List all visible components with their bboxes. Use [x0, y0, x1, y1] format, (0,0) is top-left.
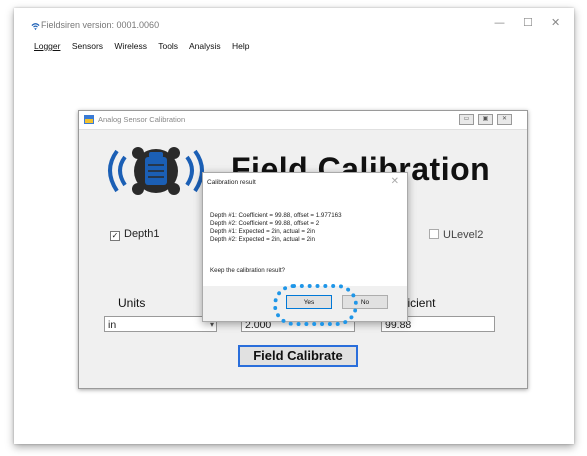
menu-logger[interactable]: Logger [34, 41, 60, 51]
result-line: Depth #1: Expected = 2in, actual = 2in [210, 228, 315, 235]
maximize-button[interactable]: ☐ [523, 16, 533, 29]
menu-analysis[interactable]: Analysis [189, 41, 221, 51]
inner-minimize-button[interactable]: ▭ [459, 114, 474, 125]
app-window-icon [84, 115, 94, 124]
yes-button-highlight [273, 284, 358, 326]
calibration-titlebar: Analog Sensor Calibration ▭ ▣ ✕ [79, 111, 527, 130]
menu-bar: Logger Sensors Wireless Tools Analysis H… [34, 41, 258, 55]
menu-help[interactable]: Help [232, 41, 249, 51]
wifi-icon [31, 23, 40, 31]
inner-close-button[interactable]: ✕ [497, 114, 512, 125]
dialog-titlebar: Calibration result ✕ [203, 173, 407, 193]
dialog-body: Depth #1: Coefficient = 99.88, offset = … [203, 193, 407, 286]
close-button[interactable]: ✕ [551, 16, 560, 29]
units-label: Units [118, 296, 146, 310]
calibration-window-title: Analog Sensor Calibration [98, 115, 186, 124]
inner-maximize-button[interactable]: ▣ [478, 114, 493, 125]
menu-tools[interactable]: Tools [158, 41, 178, 51]
checkbox-empty-icon [429, 229, 439, 239]
sensor-logo-icon [108, 147, 204, 195]
depth1-checkbox[interactable]: ✓ Depth1 [110, 228, 160, 241]
menu-wireless[interactable]: Wireless [114, 41, 147, 51]
field-calibrate-button[interactable]: Field Calibrate [238, 345, 358, 367]
minimize-button[interactable]: — [494, 16, 505, 29]
close-icon[interactable]: ✕ [391, 176, 399, 187]
app-title: Fieldsiren version: 0001.0060 [41, 20, 160, 30]
ulevel2-label: ULevel2 [443, 229, 484, 241]
units-value: in [108, 319, 117, 331]
dialog-title: Calibration result [207, 179, 256, 186]
menu-sensors[interactable]: Sensors [72, 41, 103, 51]
depth1-label: Depth1 [124, 228, 160, 240]
result-line: Depth #2: Expected = 2in, actual = 2in [210, 236, 315, 243]
ulevel2-checkbox[interactable]: ULevel2 [429, 228, 483, 241]
dialog-question: Keep the calibration result? [210, 267, 285, 274]
units-select[interactable]: in ▾ [104, 316, 217, 332]
result-line: Depth #1: Coefficient = 99.88, offset = … [210, 212, 342, 219]
result-line: Depth #2: Coefficient = 99.88, offset = … [210, 220, 320, 227]
checkbox-check-icon: ✓ [110, 231, 120, 241]
